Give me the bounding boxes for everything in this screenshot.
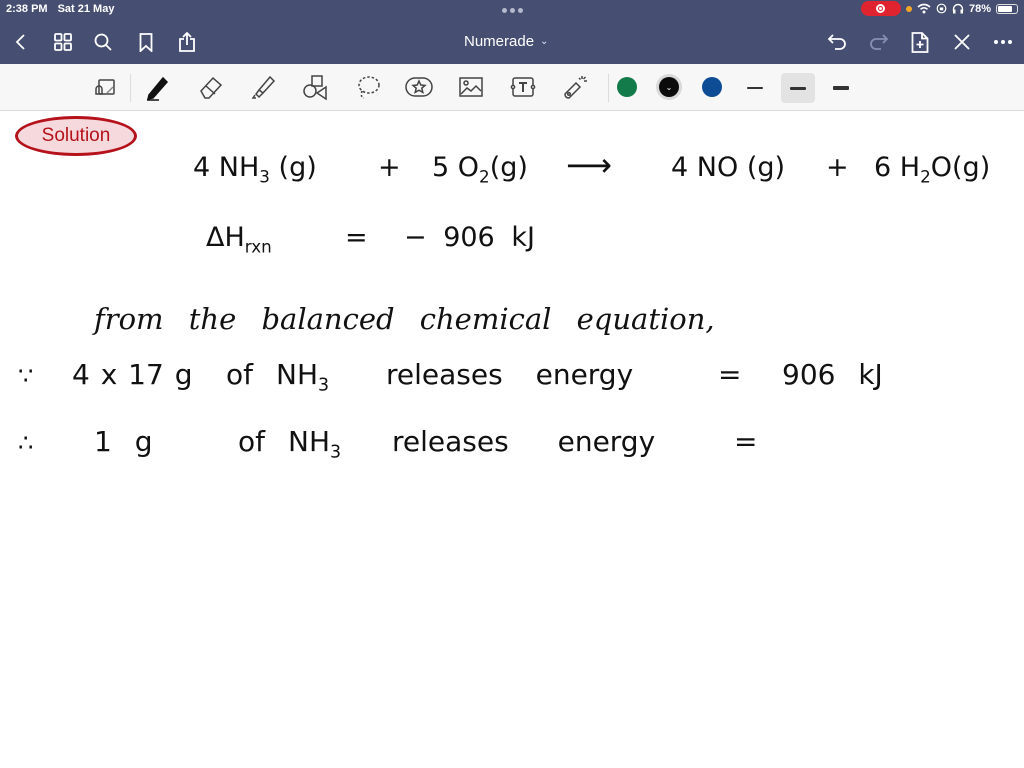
app-top-bar: 2:38 PM Sat 21 May 78% Numerade ⌄: [0, 0, 1024, 64]
close-pen-mode-button[interactable]: [949, 30, 975, 54]
shapes-tool[interactable]: [300, 72, 330, 102]
solution-label: Solution: [41, 125, 111, 146]
plus-sign: +: [378, 152, 401, 183]
of-text: of: [238, 425, 265, 458]
therefore-symbol: ∴: [18, 429, 34, 457]
multitasking-handle[interactable]: [502, 8, 523, 13]
of-text: of: [226, 358, 253, 391]
text-box-tool[interactable]: [508, 72, 538, 102]
document-title-menu[interactable]: Numerade ⌄: [464, 33, 548, 50]
document-title: Numerade: [464, 33, 535, 50]
enthalpy-symbol: ΔHrxn: [206, 222, 272, 257]
bookmark-icon: [139, 32, 153, 52]
more-button[interactable]: [990, 30, 1016, 54]
headphones-icon: [952, 3, 964, 14]
mass-ammonia-total: 4 x 17 g: [72, 358, 193, 391]
reactant-oxygen: 5 O2(g): [432, 152, 528, 187]
redo-icon: [870, 34, 889, 50]
undo-button[interactable]: [824, 30, 850, 54]
close-pen-icon: [954, 34, 970, 50]
chevron-down-icon: ⌄: [540, 36, 549, 47]
laser-pointer-tool[interactable]: [560, 72, 590, 102]
battery-icon: [996, 3, 1018, 14]
color-swatch-black[interactable]: ⌄: [659, 77, 679, 97]
because-symbol: ∵: [18, 362, 34, 390]
laser-pointer-icon: [564, 76, 587, 99]
reaction-arrow: ⟶: [566, 146, 612, 184]
thumbnails-button[interactable]: [50, 30, 76, 54]
color-swatch-blue[interactable]: [702, 77, 722, 97]
stroke-width-thick[interactable]: [824, 73, 858, 103]
undo-icon: [827, 34, 846, 50]
stroke-width-fine[interactable]: [738, 73, 772, 103]
mass-ammonia-single: 1 g: [94, 425, 153, 458]
text-box-icon: [510, 77, 536, 97]
screen-recording-icon[interactable]: [860, 1, 901, 16]
chevron-down-icon: ⌄: [665, 82, 673, 92]
pen-icon: [146, 76, 169, 101]
more-icon: [994, 40, 1012, 44]
enthalpy-value: − 906 kJ: [404, 222, 535, 253]
eraser-icon: [200, 76, 223, 99]
status-date: Sat 21 May: [57, 3, 115, 15]
image-tool[interactable]: [456, 72, 486, 102]
status-time: 2:38 PM: [6, 3, 48, 15]
add-page-button[interactable]: [907, 30, 933, 54]
annotation-toolbar: ✱ ⌄: [0, 64, 1024, 143]
wifi-icon: [917, 3, 931, 14]
toolbar-divider: [130, 74, 131, 102]
pen-tool[interactable]: [142, 72, 172, 102]
search-button[interactable]: [90, 30, 116, 54]
status-bar-time-date: 2:38 PM Sat 21 May: [6, 3, 114, 15]
privacy-indicator-icon: [905, 5, 912, 12]
thumbnails-grid-icon: [54, 33, 72, 51]
product-nitric-oxide: 4 NO (g): [671, 152, 786, 183]
equals-sign: =: [718, 358, 742, 391]
ammonia-formula: NH3: [288, 425, 342, 463]
read-only-toggle[interactable]: [90, 72, 120, 102]
ammonia-formula: NH3: [276, 358, 330, 396]
redo-button[interactable]: [866, 30, 892, 54]
color-swatch-green[interactable]: [617, 77, 637, 97]
shapes-icon: [303, 75, 327, 101]
equals-sign: =: [734, 425, 758, 458]
share-button[interactable]: [174, 30, 200, 54]
lasso-tool[interactable]: [353, 72, 383, 102]
releases-energy-text: releases energy: [386, 358, 634, 391]
highlighter-icon: [251, 75, 276, 99]
solution-badge: Solution: [15, 116, 137, 156]
plus-sign: +: [826, 152, 849, 183]
reactant-ammonia: 4 NH3 (g): [193, 152, 317, 187]
toolbar-divider: [608, 74, 609, 102]
lasso-icon: [358, 76, 380, 99]
share-icon: [179, 32, 195, 52]
read-only-mode-icon: [95, 79, 115, 95]
releases-energy-text: releases energy: [392, 425, 656, 458]
bookmark-button[interactable]: [133, 30, 159, 54]
status-bar-right: 78%: [860, 1, 1018, 16]
product-water: 6 H2O(g): [874, 152, 991, 187]
sticker-tool[interactable]: [404, 72, 434, 102]
back-button[interactable]: [8, 30, 34, 54]
lock-rotation-icon: [936, 3, 947, 14]
search-icon: [94, 33, 112, 51]
energy-value: 906 kJ: [782, 358, 883, 391]
intro-text: from the balanced chemical equation,: [94, 302, 715, 336]
equals-sign: =: [345, 222, 368, 253]
image-icon: [459, 77, 483, 97]
add-page-icon: [911, 31, 929, 53]
eraser-tool[interactable]: [196, 72, 226, 102]
battery-percent: 78%: [968, 2, 991, 15]
back-icon: [15, 34, 25, 50]
highlighter-tool[interactable]: [248, 72, 278, 102]
sticker-icon: [405, 77, 433, 97]
stroke-width-medium[interactable]: [781, 73, 815, 103]
